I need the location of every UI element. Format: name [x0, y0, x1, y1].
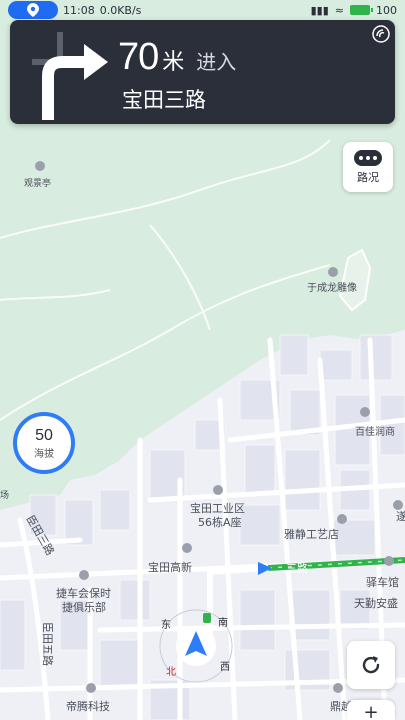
traffic-button[interactable]: 路况: [343, 142, 393, 192]
map-label: 雅静工艺店: [284, 527, 339, 541]
poi-icon: [35, 161, 45, 171]
traffic-icon: [354, 149, 382, 166]
poi-icon: [86, 683, 96, 693]
poi-icon: [213, 485, 223, 495]
poi-icon: [328, 267, 338, 277]
altitude-badge: 50 海拔: [13, 412, 75, 474]
map-label: 天勤安盛: [354, 596, 398, 610]
road-label: 臣田五路: [41, 622, 54, 666]
voice-broadcast-icon[interactable]: [371, 24, 391, 44]
map-label: 三路: [286, 562, 308, 575]
map-label: 宝田工业区: [190, 501, 245, 515]
poi-icon: [360, 407, 370, 417]
poi-icon: [393, 500, 403, 510]
traffic-label: 路况: [357, 170, 379, 184]
distance-row: 70 米 进入: [118, 36, 236, 79]
compass-label: 北: [166, 666, 176, 678]
altitude-unit: 海拔: [34, 448, 54, 460]
refresh-icon: [362, 656, 380, 674]
poi-icon: [333, 683, 343, 693]
poi-icon: [337, 514, 347, 524]
next-road-name: 宝田三路: [122, 88, 206, 112]
battery-level: 100: [376, 3, 397, 17]
poi-icon: [79, 570, 89, 580]
refresh-route-button[interactable]: [347, 641, 395, 689]
map-label: 场: [0, 490, 9, 501]
compass-label: 南: [218, 616, 228, 629]
location-pill[interactable]: [8, 1, 58, 19]
location-pin-icon: [27, 3, 39, 17]
altitude-value: 50: [35, 426, 53, 444]
navigation-guidance-card[interactable]: 70 米 进入 宝田三路: [10, 20, 395, 124]
map-label: 宝田高新: [148, 560, 192, 574]
map-label: 遂: [396, 509, 405, 523]
map-label: 捷俱乐部: [62, 600, 106, 614]
signal-icon: ▮▮▮: [310, 3, 329, 17]
distance-unit: 米: [162, 50, 185, 75]
battery-icon: [350, 5, 373, 15]
status-bar: 11:08 0.0KB/s ▮▮▮ ≈ 100: [0, 0, 405, 20]
map-label: 驿车馆: [366, 575, 399, 589]
turn-action: 进入: [196, 50, 237, 74]
status-speed: 0.0KB/s: [99, 3, 142, 17]
map-label: 于成龙雕像: [307, 281, 357, 294]
compass-label: 西: [220, 662, 230, 673]
status-time: 11:08: [63, 3, 95, 17]
map-label: 帝腾科技: [66, 699, 110, 713]
compass-label: 东: [161, 618, 171, 631]
poi-icon: [384, 556, 394, 566]
map-label: 百佳润商: [355, 425, 395, 438]
turn-right-arrow-icon: [32, 32, 108, 120]
map-label: 观景亭: [24, 177, 51, 189]
distance-value: 70: [118, 36, 159, 78]
map-label: 56栋A座: [198, 515, 242, 529]
map-label: 捷车会保时: [56, 586, 111, 600]
plus-icon: +: [363, 702, 379, 720]
wifi-icon: ≈: [334, 3, 344, 17]
zoom-in-button[interactable]: +: [347, 700, 395, 720]
poi-icon: [182, 543, 192, 553]
